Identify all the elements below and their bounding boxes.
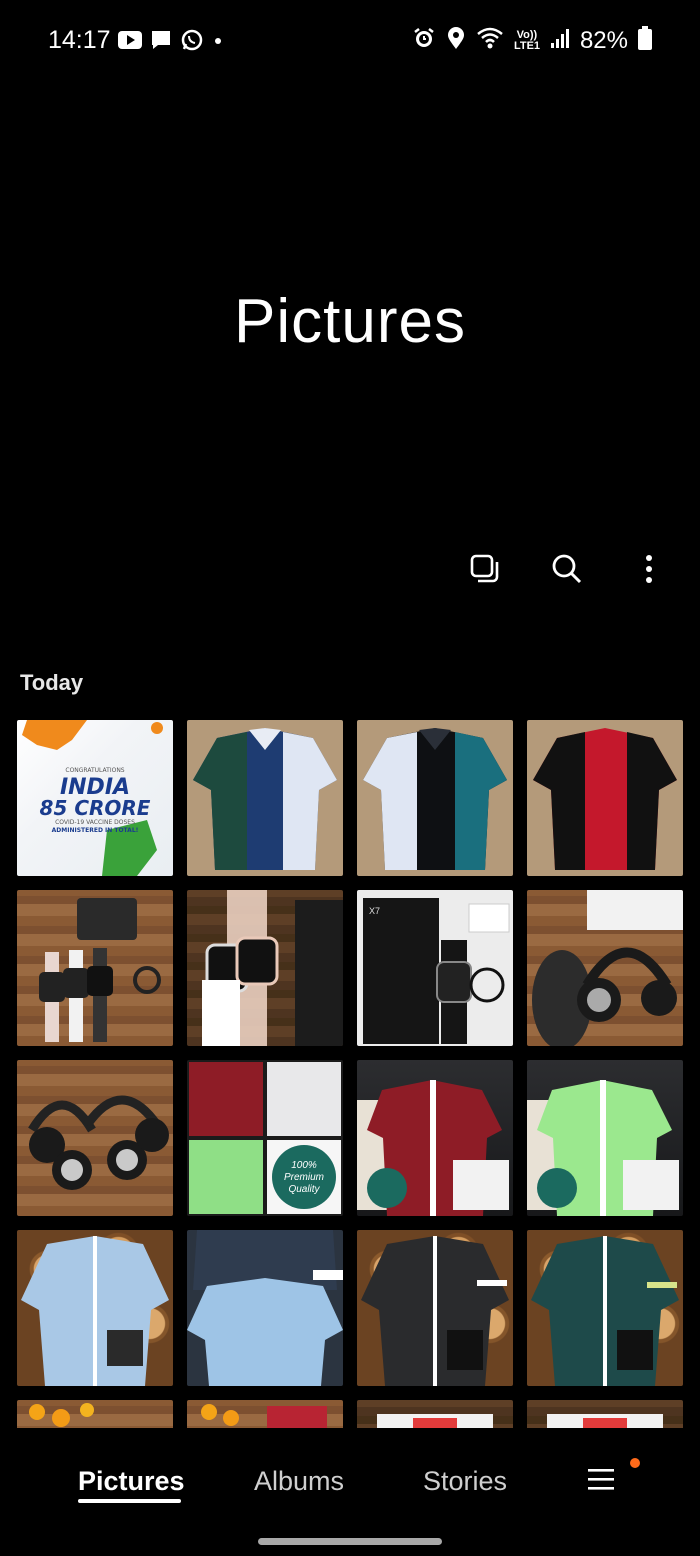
photo-thumbnail[interactable] — [527, 1230, 683, 1386]
battery-icon — [638, 26, 652, 55]
toolbar — [462, 548, 672, 594]
status-bar: 14:17 Vo)) LTE1 82% — [0, 22, 700, 62]
shirt-image — [357, 1080, 509, 1216]
notification-badge — [630, 1458, 640, 1468]
banner-text-5: ADMINISTERED IN TOTAL! — [51, 827, 139, 834]
battery-percent: 82% — [579, 26, 628, 54]
flowers-image — [29, 1403, 94, 1427]
photo-thumbnail[interactable] — [357, 1060, 513, 1216]
shirt-image — [21, 1236, 169, 1386]
alarm-icon — [412, 26, 436, 55]
photo-thumbnail[interactable] — [527, 890, 683, 1046]
select-button[interactable] — [462, 548, 508, 594]
status-time: 14:17 — [48, 26, 111, 54]
photo-thumbnail[interactable] — [17, 1060, 173, 1216]
home-indicator[interactable] — [258, 1538, 442, 1545]
menu-icon — [586, 1464, 616, 1499]
photo-thumbnail[interactable] — [187, 1230, 343, 1386]
wifi-icon — [476, 26, 504, 55]
box-image — [547, 1414, 663, 1428]
menu-button[interactable] — [586, 1464, 622, 1500]
whatsapp-icon — [180, 28, 204, 57]
collage-text-1: 100% — [291, 1160, 317, 1171]
shirt-image — [187, 1230, 343, 1386]
banner-text-1: CONGRATULATIONS — [65, 767, 125, 774]
photo-thumbnail[interactable] — [527, 1400, 683, 1428]
photo-thumbnail[interactable] — [187, 720, 343, 876]
active-tab-indicator — [78, 1499, 181, 1503]
box-image — [377, 1414, 493, 1428]
photo-thumbnail[interactable] — [527, 720, 683, 876]
photo-thumbnail[interactable] — [357, 1400, 513, 1428]
tab-pictures[interactable]: Pictures — [78, 1466, 185, 1497]
tab-stories[interactable]: Stories — [423, 1466, 507, 1497]
banner-text-4: COVID-19 VACCINE DOSES — [55, 819, 135, 826]
watches-image — [202, 890, 343, 1046]
banner-text-3: 85 CRORE — [39, 796, 151, 820]
collage-text-3: Quality — [288, 1184, 320, 1195]
shirt-image — [531, 1236, 679, 1386]
tab-albums[interactable]: Albums — [254, 1466, 344, 1497]
flowers-image — [201, 1404, 327, 1428]
select-icon — [469, 553, 501, 590]
search-button[interactable] — [544, 548, 590, 594]
more-options-button[interactable] — [626, 548, 672, 594]
headphones-image — [532, 890, 683, 1046]
more-icon — [644, 554, 654, 589]
headphones-image — [28, 1095, 169, 1190]
youtube-icon — [118, 31, 142, 54]
bottom-nav: Pictures Albums Stories — [0, 1428, 700, 1556]
photo-thumbnail[interactable] — [17, 1400, 173, 1428]
search-icon — [551, 553, 583, 590]
location-icon — [446, 26, 466, 55]
network-label: Vo)) LTE1 — [513, 28, 541, 52]
watch-box-image — [363, 898, 510, 1044]
page-title: Pictures — [234, 287, 466, 356]
photo-thumbnail[interactable] — [527, 1060, 683, 1216]
message-icon — [150, 29, 172, 56]
shirt-image — [363, 728, 507, 870]
dot-icon — [212, 34, 224, 52]
photo-thumbnail[interactable] — [17, 890, 173, 1046]
photo-thumbnail[interactable] — [187, 1400, 343, 1428]
photo-thumbnail[interactable]: CONGRATULATIONS INDIA 85 CRORE COVID-19 … — [17, 720, 173, 876]
shirt-image — [193, 728, 337, 870]
photo-thumbnail[interactable] — [17, 1230, 173, 1386]
photo-thumbnail[interactable] — [187, 890, 343, 1046]
shirt-image — [527, 1080, 679, 1216]
section-label-today: Today — [20, 670, 84, 695]
box-label: X7 — [369, 906, 381, 916]
photo-thumbnail[interactable]: 100% Premium Quality — [187, 1060, 343, 1216]
photo-thumbnail[interactable] — [357, 1230, 513, 1386]
collage-text-2: Premium — [283, 1172, 324, 1183]
shirt-image — [361, 1236, 509, 1386]
photo-thumbnail[interactable] — [357, 720, 513, 876]
watches-image — [39, 898, 161, 1042]
photo-grid: CONGRATULATIONS INDIA 85 CRORE COVID-19 … — [17, 720, 684, 1428]
shirt-image — [533, 728, 677, 870]
signal-icon — [550, 27, 570, 54]
photo-thumbnail[interactable]: X7 — [357, 890, 513, 1046]
